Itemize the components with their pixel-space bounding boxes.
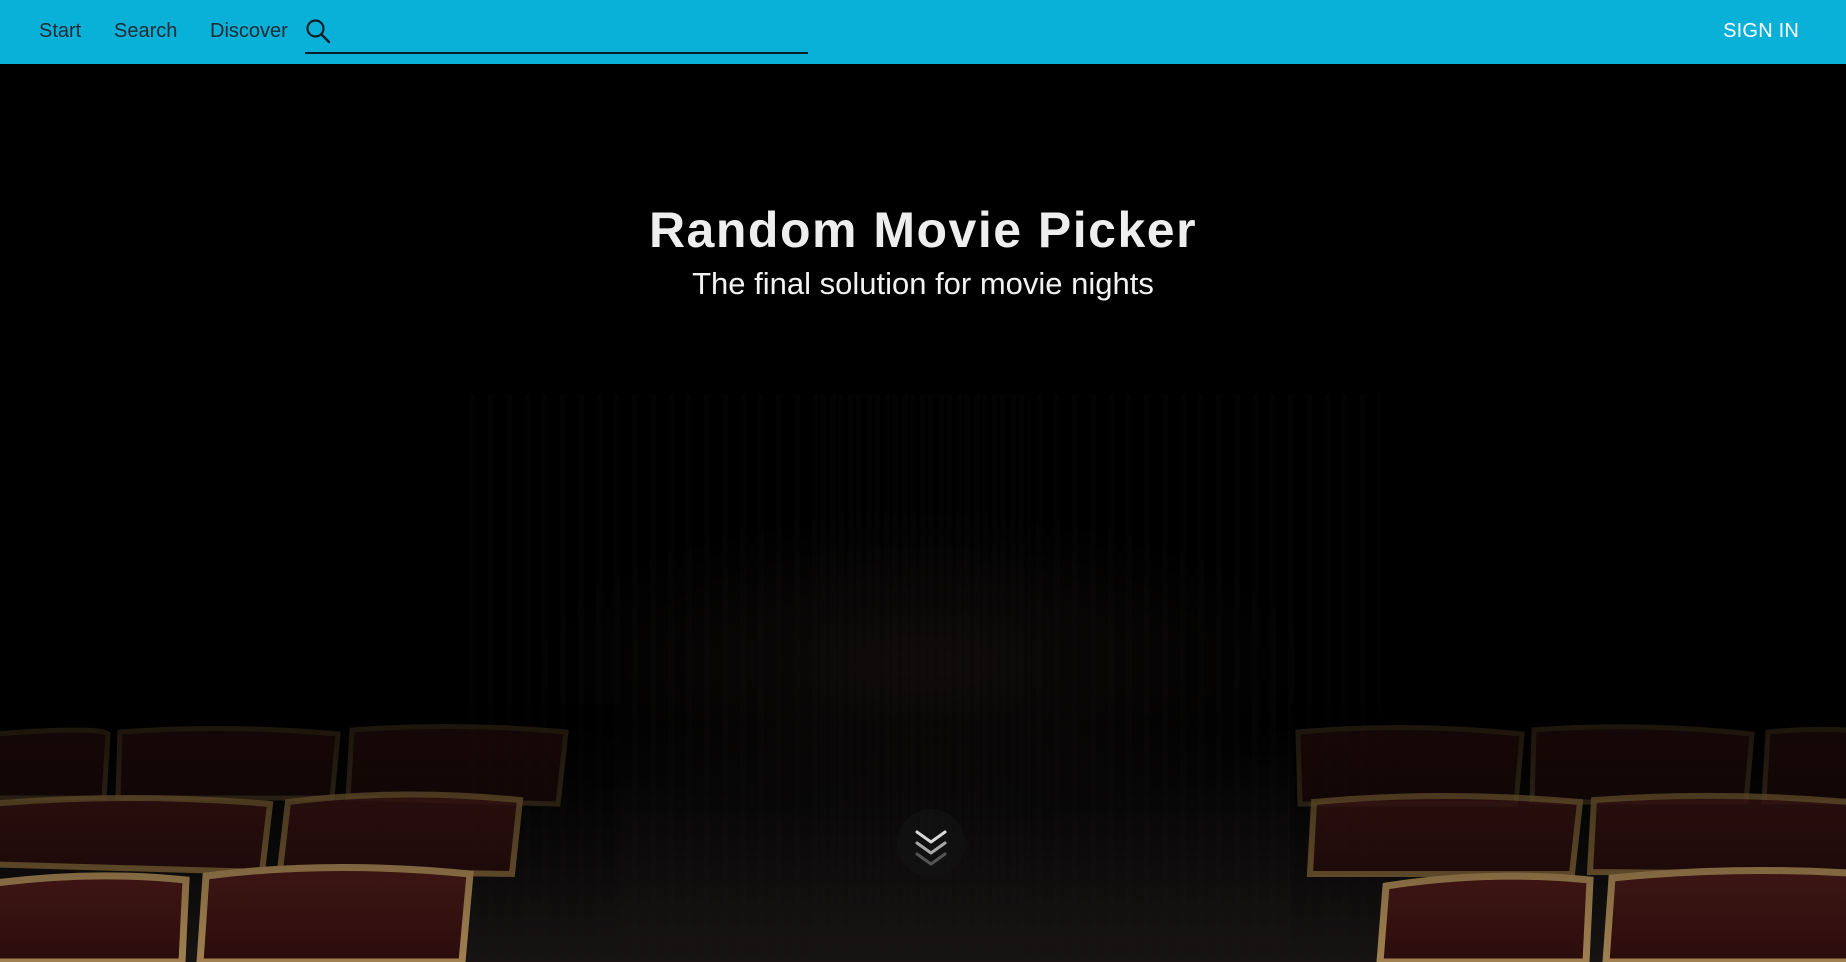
search-input[interactable] bbox=[339, 16, 808, 50]
nav-link-search[interactable]: Search bbox=[114, 19, 177, 43]
theater-seats-left-image bbox=[0, 704, 620, 962]
theater-seats-right-image bbox=[1290, 704, 1846, 962]
hero-title: Random Movie Picker bbox=[648, 202, 1198, 258]
search-box bbox=[305, 14, 808, 54]
hero-subtitle: The final solution for movie nights bbox=[692, 266, 1154, 301]
sign-in-button[interactable]: SIGN IN bbox=[1723, 19, 1799, 43]
search-icon[interactable] bbox=[305, 18, 331, 44]
nav-link-start[interactable]: Start bbox=[39, 19, 81, 43]
top-navigation-bar: Start Search Discover SIGN IN bbox=[0, 0, 1846, 64]
double-chevron-down-icon[interactable] bbox=[896, 808, 966, 878]
nav-link-discover[interactable]: Discover bbox=[210, 19, 288, 43]
hero-section: Random Movie Picker The final solution f… bbox=[0, 64, 1846, 962]
